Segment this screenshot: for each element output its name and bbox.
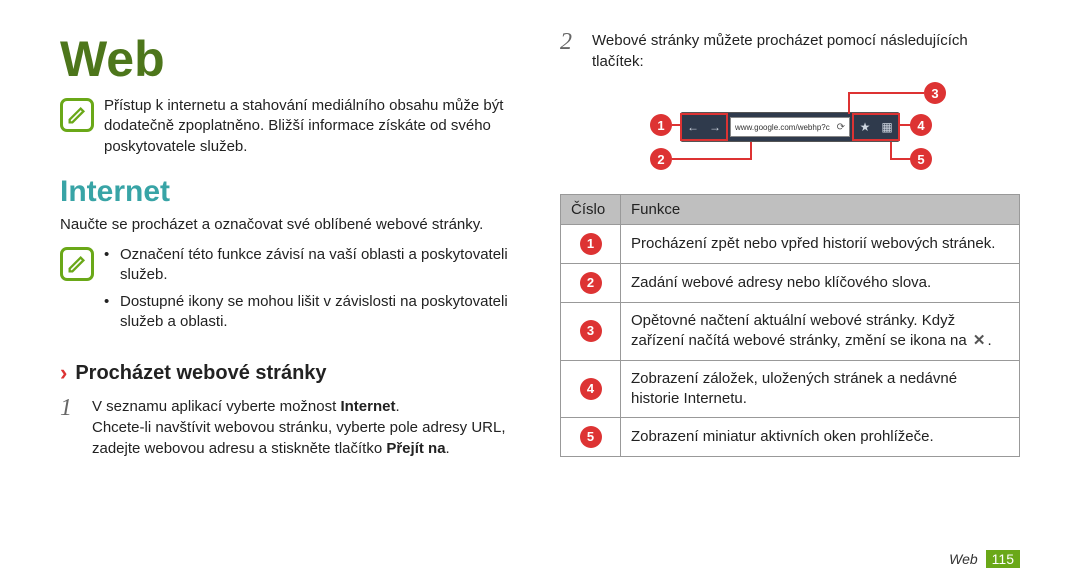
function-table: Číslo Funkce 1 Procházení zpět nebo vpře… xyxy=(560,194,1020,457)
table-header-func: Funkce xyxy=(621,195,1020,225)
list-item: Označení této funkce závisí na vaší obla… xyxy=(104,245,520,286)
intro-text: Naučte se procházet a označovat své oblí… xyxy=(60,215,520,235)
row-badge: 4 xyxy=(580,378,602,400)
lead-line xyxy=(900,124,912,126)
subheading-text: Procházet webové stránky xyxy=(75,362,326,385)
callout-badge-4: 4 xyxy=(910,114,932,136)
row-badge: 3 xyxy=(580,320,602,342)
windows-button[interactable]: ▦ xyxy=(876,115,898,139)
callout-badge-5: 5 xyxy=(910,148,932,170)
row-text: Procházení zpět nebo vpřed historií webo… xyxy=(621,225,1020,264)
row-text: Opětovné načtení aktuální webové stránky… xyxy=(621,303,1020,361)
step-strong: Přejít na xyxy=(386,440,445,457)
refresh-icon[interactable]: ⟳ xyxy=(837,122,845,133)
pencil-icon xyxy=(66,104,88,126)
row-badge: 2 xyxy=(580,272,602,294)
row-text: Zobrazení miniatur aktivních oken prohlí… xyxy=(621,418,1020,457)
note-list-2: Označení této funkce závisí na vaší obla… xyxy=(104,245,520,338)
lead-line xyxy=(848,92,924,94)
table-row: 2 Zadání webové adresy nebo klíčového sl… xyxy=(561,264,1020,303)
row-text-part: Opětovné načtení aktuální webové stránky… xyxy=(631,312,971,349)
lead-line xyxy=(848,92,850,114)
lead-line xyxy=(672,124,682,126)
lead-line xyxy=(750,142,752,158)
note-pencil-icon xyxy=(60,247,94,281)
step-text: V seznamu aplikací vyberte možnost xyxy=(92,398,340,415)
row-badge: 5 xyxy=(580,426,602,448)
url-field[interactable]: www.google.com/webhp?c ⟳ xyxy=(730,117,850,137)
step-body: Webové stránky můžete procházet pomocí n… xyxy=(592,30,1020,72)
pencil-icon xyxy=(66,253,88,275)
page-footer: Web 115 xyxy=(949,550,1020,568)
note-text-1: Přístup k internetu a stahování mediální… xyxy=(104,96,520,157)
note-pencil-icon xyxy=(60,98,94,132)
step-1: 1 V seznamu aplikací vyberte možnost Int… xyxy=(60,396,520,459)
x-icon: ✕ xyxy=(971,331,988,351)
row-text: Zobrazení záložek, uložených stránek a n… xyxy=(621,360,1020,418)
lead-line xyxy=(672,158,752,160)
right-buttons-box: ★ ▦ xyxy=(852,113,900,141)
step-text-tail: . xyxy=(446,440,450,457)
section-title: Internet xyxy=(60,175,520,209)
callout-badge-1: 1 xyxy=(650,114,672,136)
callout-badge-3: 3 xyxy=(924,82,946,104)
step-strong: Internet xyxy=(340,398,395,415)
subheading: › Procházet webové stránky xyxy=(60,360,520,386)
table-row: 5 Zobrazení miniatur aktivních oken proh… xyxy=(561,418,1020,457)
bookmarks-button[interactable]: ★ xyxy=(854,115,876,139)
browser-toolbar: ← → www.google.com/webhp?c ⟳ ★ ▦ xyxy=(680,112,900,142)
footer-section: Web xyxy=(949,551,978,567)
step-text-tail: . xyxy=(395,398,399,415)
row-badge: 1 xyxy=(580,233,602,255)
row-text-part: . xyxy=(987,332,991,349)
table-row: 1 Procházení zpět nebo vpřed historií we… xyxy=(561,225,1020,264)
url-text: www.google.com/webhp?c xyxy=(735,123,830,132)
toolbar-diagram: ← → www.google.com/webhp?c ⟳ ★ ▦ 1 2 3 4… xyxy=(610,82,970,182)
list-item: Dostupné ikony se mohou lišit v závislos… xyxy=(104,292,520,333)
step-number: 2 xyxy=(560,30,582,54)
forward-button[interactable]: → xyxy=(704,115,726,139)
nav-buttons-box: ← → xyxy=(680,113,728,141)
note-block-1: Přístup k internetu a stahování mediální… xyxy=(60,96,520,157)
note-block-2: Označení této funkce závisí na vaší obla… xyxy=(60,245,520,338)
footer-page-number: 115 xyxy=(986,550,1020,568)
lead-line xyxy=(890,158,912,160)
step-body: V seznamu aplikací vyberte možnost Inter… xyxy=(92,396,520,459)
back-button[interactable]: ← xyxy=(682,115,704,139)
step-2: 2 Webové stránky můžete procházet pomocí… xyxy=(560,30,1020,72)
page-title: Web xyxy=(60,30,520,88)
table-row: 3 Opětovné načtení aktuální webové strán… xyxy=(561,303,1020,361)
step-number: 1 xyxy=(60,396,82,420)
table-row: 4 Zobrazení záložek, uložených stránek a… xyxy=(561,360,1020,418)
table-header-num: Číslo xyxy=(561,195,621,225)
callout-badge-2: 2 xyxy=(650,148,672,170)
row-text: Zadání webové adresy nebo klíčového slov… xyxy=(621,264,1020,303)
lead-line xyxy=(890,142,892,158)
chevron-right-icon: › xyxy=(60,360,67,386)
